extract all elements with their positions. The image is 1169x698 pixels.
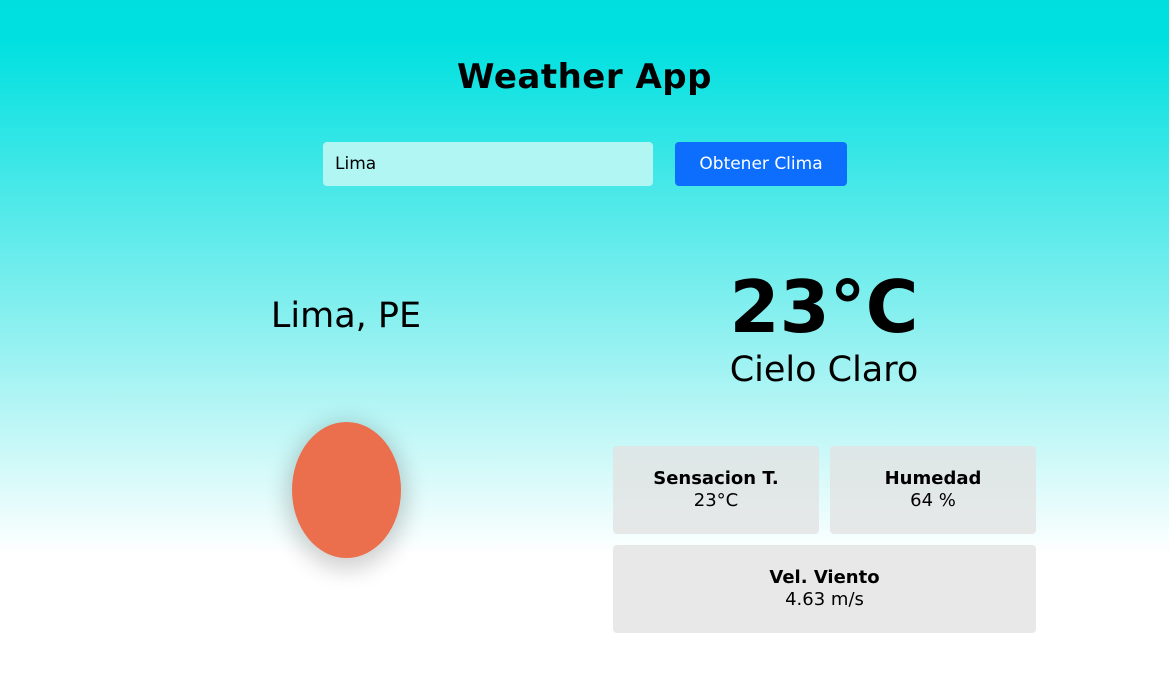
humidity-value: 64 % (910, 489, 956, 511)
feels-like-value: 23°C (693, 489, 739, 511)
humidity-card: Humedad 64 % (830, 446, 1036, 534)
city-search-input[interactable] (323, 142, 653, 186)
feels-like-card: Sensacion T. 23°C (613, 446, 819, 534)
get-weather-button[interactable]: Obtener Clima (675, 142, 847, 186)
sun-icon (292, 422, 401, 558)
weather-condition: Cielo Claro (729, 350, 919, 390)
humidity-label: Humedad (884, 468, 982, 489)
temperature: 23°C (729, 265, 919, 349)
wind-speed-label: Vel. Viento (769, 567, 880, 588)
wind-speed-value: 4.63 m/s (785, 588, 864, 610)
feels-like-label: Sensacion T. (653, 468, 779, 489)
wind-speed-card: Vel. Viento 4.63 m/s (613, 545, 1036, 633)
page-title: Weather App (457, 57, 712, 97)
city-name: Lima, PE (270, 296, 422, 336)
